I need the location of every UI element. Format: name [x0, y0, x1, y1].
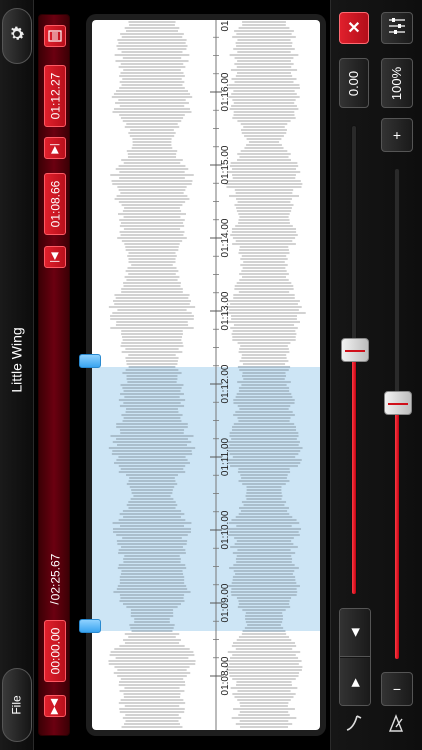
file-button[interactable]: File	[2, 668, 32, 742]
timeline-label: 01:10.00	[220, 510, 231, 549]
loop-end-time[interactable]: 01:12.27	[44, 65, 66, 127]
nav-up-button[interactable]: ◀	[340, 609, 370, 657]
timeline-label: 01:14.00	[220, 218, 231, 257]
waveform-svg: 01:08.00 01:09.00 01:10.00 01:11.00 01:12.00…	[92, 20, 320, 730]
tuning-fork-icon[interactable]	[381, 712, 411, 739]
settings-button[interactable]	[2, 8, 32, 64]
pitch-increase-button[interactable]: +	[381, 118, 413, 152]
skip-back-icon: |◀	[49, 251, 61, 263]
speed-slider-thumb[interactable]	[341, 337, 369, 362]
skip-to-start-icon: ▶◀	[49, 698, 61, 714]
speed-slider-fill	[352, 350, 356, 594]
pitch-slider-thumb[interactable]	[384, 391, 412, 416]
timeline-label: 01:17	[220, 20, 231, 32]
left-toolbar: Little Wing File	[0, 0, 34, 750]
nav-button-group: ◀ ▶	[339, 608, 371, 706]
close-icon: ✕	[347, 20, 361, 37]
timeline-label: 01:16.00	[220, 72, 231, 111]
nav-down-button[interactable]: ▶	[340, 658, 370, 705]
loop-start-handle[interactable]	[79, 619, 101, 633]
file-button-label: File	[10, 695, 24, 715]
gear-icon	[8, 25, 26, 48]
waveform-panel: 01:08.00 01:09.00 01:10.00 01:11.00 01:12.00…	[86, 14, 326, 736]
export-button[interactable]	[44, 25, 66, 47]
close-button[interactable]: ✕	[339, 12, 369, 44]
export-icon	[48, 28, 62, 45]
waveform-view[interactable]: 01:08.00 01:09.00 01:10.00 01:11.00 01:12.00…	[92, 20, 320, 730]
current-time[interactable]: 00:00.00	[44, 620, 66, 682]
loop-start-time[interactable]: 01:08.66	[44, 173, 66, 235]
mixer-button[interactable]	[381, 12, 413, 44]
skip-to-start-button[interactable]: ▶◀	[44, 695, 66, 717]
skip-back-button[interactable]: |◀	[44, 246, 66, 268]
time-separator: /	[48, 601, 62, 605]
timeline-label: 01:09.00	[220, 583, 231, 622]
song-title: Little Wing	[9, 327, 26, 393]
skip-forward-button[interactable]: ▶|	[44, 137, 66, 159]
metronome-icon[interactable]	[339, 712, 369, 739]
timeline-label: 01:12.00	[220, 364, 231, 403]
pitch-decrease-button[interactable]: −	[381, 672, 413, 706]
transport-bar: 01:12.27 ▶| 01:08.66 |◀ 02:25.67 / 00:00…	[38, 14, 70, 736]
mixer-icon	[387, 16, 407, 41]
timeline-label: 01:11.00	[220, 437, 231, 476]
pitch-value-display[interactable]: 100%	[381, 58, 413, 108]
skip-forward-icon: ▶|	[49, 142, 61, 154]
right-control-panel: ✕ 0.00 100% + ◀ ▶ −	[330, 0, 422, 750]
pitch-slider-fill	[395, 404, 399, 659]
speed-value-display[interactable]: 0.00	[339, 58, 369, 108]
timeline-label: 01:13.00	[220, 291, 231, 330]
timeline-label: 01:15.00	[220, 145, 231, 184]
timeline-label: 01:08.00	[220, 656, 231, 695]
loop-end-handle[interactable]	[79, 354, 101, 368]
